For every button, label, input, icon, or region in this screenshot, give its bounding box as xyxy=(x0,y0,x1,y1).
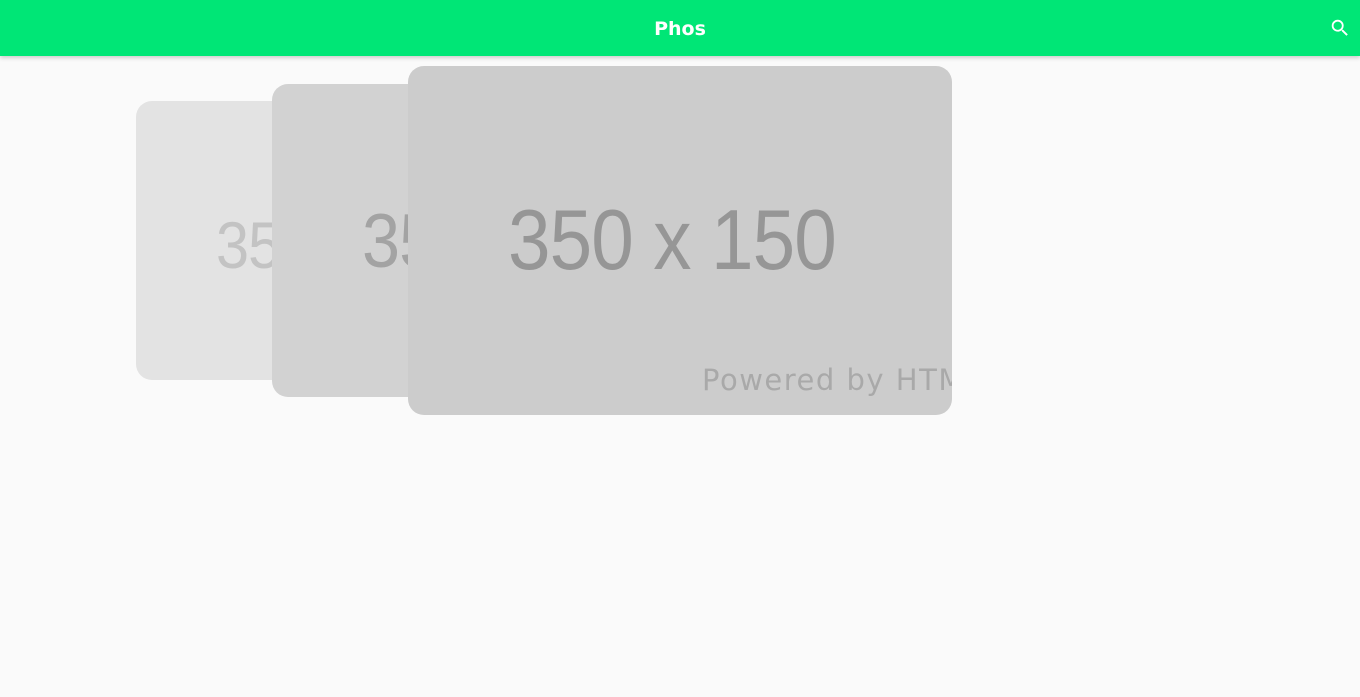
image-card-active[interactable]: 350 x 150 Powered by HTML xyxy=(408,66,952,415)
app-title: Phos xyxy=(654,18,706,40)
image-carousel: 350 x 150 350 x 150 350 x 150 Powered by… xyxy=(0,56,1360,697)
app-bar: Phos xyxy=(0,0,1360,56)
search-button[interactable] xyxy=(1326,14,1354,42)
search-icon xyxy=(1331,19,1348,36)
image-watermark-text: Powered by HTML xyxy=(702,363,952,397)
image-placeholder-label: 350 x 150 xyxy=(508,193,837,288)
